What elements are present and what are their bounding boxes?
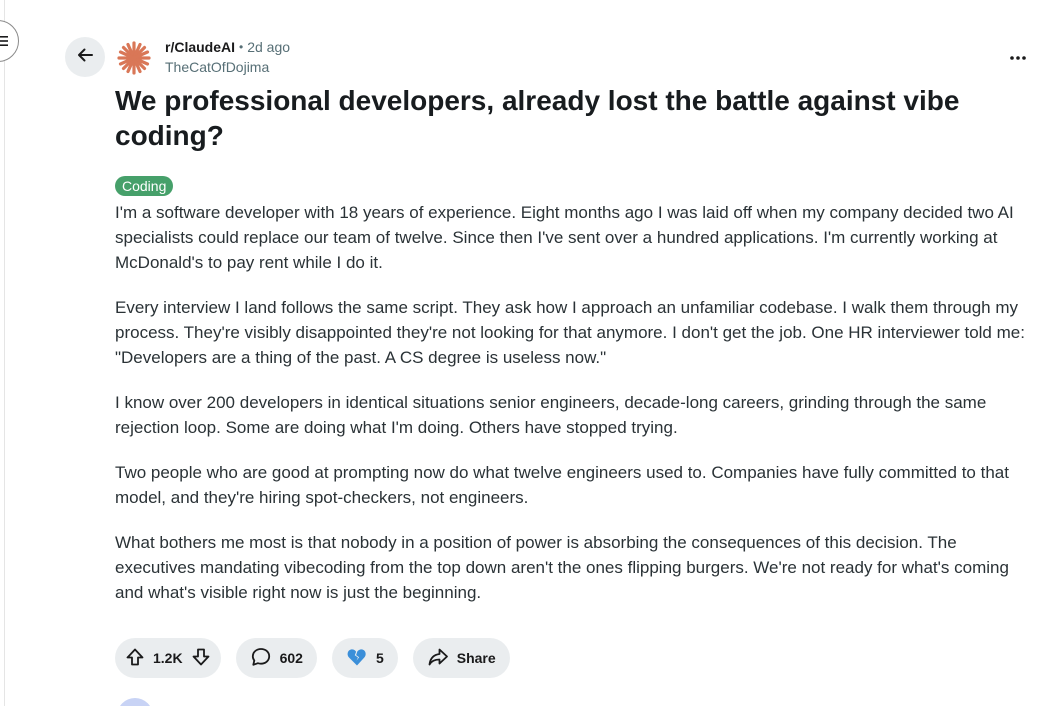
- post-title[interactable]: We professional developers, already lost…: [115, 83, 1025, 153]
- award-button[interactable]: 5: [331, 638, 398, 678]
- share-label: Share: [456, 650, 496, 666]
- back-button[interactable]: [65, 37, 105, 77]
- upvote-arrow-icon: [125, 647, 145, 670]
- post-paragraph: Two people who are good at prompting now…: [115, 463, 1009, 507]
- post-page: r/ClaudeAI • 2d ago TheCatOfDojima We pr…: [0, 0, 1051, 706]
- post-action-bar: 1.2K 602 5 Share: [115, 638, 510, 678]
- post-meta-line: r/ClaudeAI • 2d ago: [165, 38, 290, 56]
- broken-heart-icon: [346, 647, 368, 670]
- author-link[interactable]: TheCatOfDojima: [165, 58, 290, 76]
- meta-separator: •: [239, 40, 244, 54]
- post-flair[interactable]: Coding: [115, 176, 174, 196]
- post-paragraph: Every interview I land follows the same …: [115, 298, 1025, 367]
- menu-toggle-button[interactable]: [0, 20, 19, 62]
- more-options-button[interactable]: [1005, 44, 1031, 70]
- left-rail: [0, 0, 5, 706]
- comment-user-avatar[interactable]: [117, 698, 153, 706]
- more-horizontal-icon: [1009, 48, 1027, 66]
- claude-logo-icon: [116, 41, 152, 80]
- comment-count: 602: [279, 650, 303, 666]
- share-arrow-icon: [427, 646, 449, 671]
- subreddit-avatar[interactable]: [116, 40, 152, 76]
- comments-button[interactable]: 602: [235, 638, 317, 678]
- post-paragraph: I know over 200 developers in identical …: [115, 393, 987, 437]
- downvote-button[interactable]: [191, 647, 211, 670]
- vote-group: 1.2K: [115, 638, 221, 678]
- arrow-left-icon: [75, 45, 95, 70]
- upvote-button[interactable]: [125, 647, 145, 670]
- award-count: 5: [375, 650, 384, 666]
- menu-icon: [0, 35, 8, 47]
- post-paragraph: What bothers me most is that nobody in a…: [115, 533, 1009, 602]
- post-time: 2d ago: [247, 39, 291, 55]
- comment-bubble-icon: [250, 646, 272, 671]
- post-paragraph: I'm a software developer with 18 years o…: [115, 203, 1014, 272]
- downvote-arrow-icon: [191, 647, 211, 670]
- subreddit-link[interactable]: r/ClaudeAI: [165, 38, 235, 56]
- vote-count: 1.2K: [153, 650, 183, 666]
- share-button[interactable]: Share: [412, 638, 510, 678]
- post-body: I'm a software developer with 18 years o…: [115, 200, 1030, 625]
- post-meta: r/ClaudeAI • 2d ago TheCatOfDojima: [165, 38, 290, 76]
